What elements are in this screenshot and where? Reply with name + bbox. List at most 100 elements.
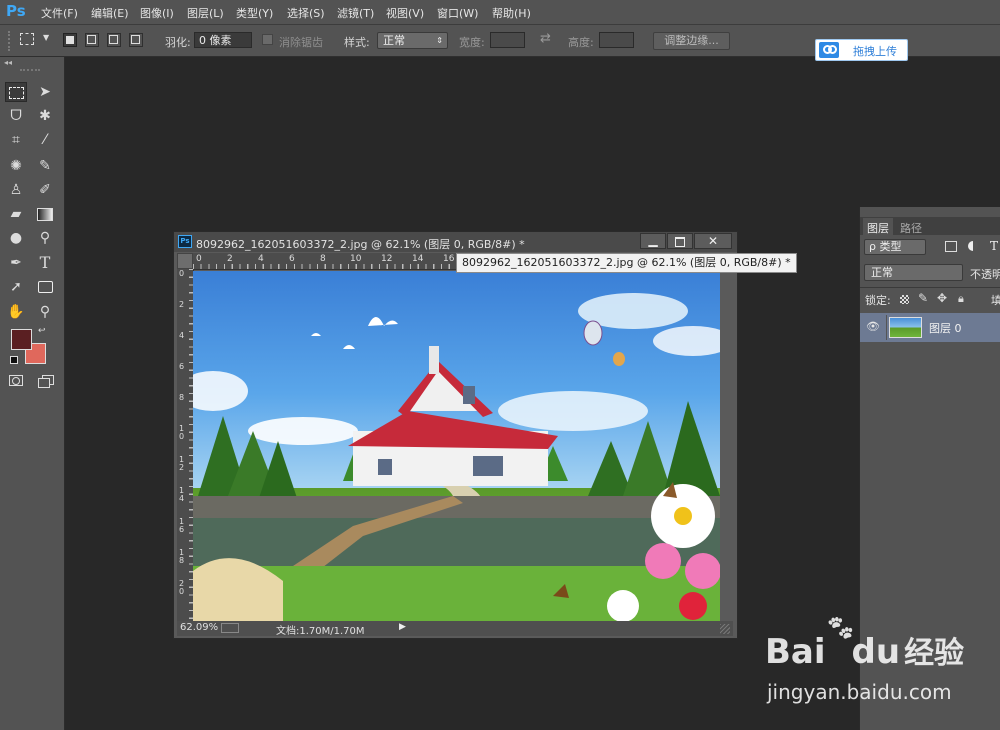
menu-filter[interactable]: 滤镜(T) (337, 5, 374, 21)
blend-mode-value: 正常 (871, 266, 893, 279)
pen-tool-icon[interactable]: ✒ (5, 253, 27, 273)
adjustment-filter-icon[interactable] (968, 241, 978, 251)
drag-upload-button[interactable]: 拖拽上传 (815, 39, 908, 61)
feather-label: 羽化: (165, 36, 191, 49)
type-tool-icon[interactable]: T (34, 253, 56, 273)
antialias-label: 消除锯齿 (279, 36, 323, 49)
menu-layer[interactable]: 图层(L) (187, 5, 224, 21)
ruler-h-label: 8 (320, 254, 326, 264)
collapse-arrows-icon[interactable]: ◂◂ (4, 58, 12, 67)
eye-icon[interactable]: 👁︎ (866, 320, 880, 333)
history-brush-tool-icon[interactable]: ✐ (34, 180, 56, 200)
layer-thumbnail (889, 317, 922, 338)
document-title-bar[interactable]: Ps 8092962_162051603372_2.jpg @ 62.1% (图… (174, 232, 737, 252)
jingyan-text: 经验 (904, 636, 965, 671)
menu-view[interactable]: 视图(V) (386, 5, 424, 21)
magic-wand-tool-icon[interactable]: ✱ (34, 106, 56, 126)
layer-name[interactable]: 图层 0 (929, 320, 962, 336)
eraser-tool-icon[interactable]: ▰ (5, 204, 27, 224)
baidu-logo-text: Bai (765, 632, 826, 672)
document-window[interactable]: Ps 8092962_162051603372_2.jpg @ 62.1% (图… (173, 231, 738, 639)
ruler-v-label: 1 4 (179, 486, 185, 503)
status-menu-arrow-icon[interactable]: ▶ (399, 622, 406, 632)
eyedropper-tool-icon[interactable]: ⁄ (34, 130, 56, 150)
upload-label: 拖拽上传 (853, 45, 897, 58)
blend-mode-select[interactable]: 正常 (864, 264, 963, 281)
vertical-ruler[interactable]: 0 2 4 6 8 1 0 1 2 1 4 1 6 1 8 2 0 (177, 269, 194, 621)
document-canvas-image[interactable] (193, 271, 720, 621)
hand-tool-icon[interactable]: ✋ (5, 302, 27, 322)
new-selection-icon[interactable] (63, 33, 77, 47)
rect-marquee-tool-icon[interactable] (5, 82, 27, 102)
tab-paths[interactable]: 路径 (900, 220, 922, 236)
layer-row[interactable]: 👁︎ 图层 0 (860, 313, 1000, 342)
gradient-tool-icon[interactable] (34, 204, 56, 224)
menu-window[interactable]: 窗口(W) (437, 5, 478, 21)
menu-select[interactable]: 选择(S) (287, 5, 325, 21)
crop-tool-icon[interactable]: ⌗ (5, 130, 27, 150)
close-button[interactable]: ✕ (694, 233, 732, 249)
ruler-v-label: 2 0 (179, 579, 185, 596)
foreground-color-swatch[interactable] (11, 329, 32, 350)
menu-type[interactable]: 类型(Y) (236, 5, 273, 21)
type-filter-icon[interactable]: T (990, 239, 998, 253)
lasso-tool-icon[interactable]: ᗜ (5, 106, 27, 126)
default-colors-icon[interactable] (10, 356, 18, 364)
height-input[interactable] (599, 32, 634, 48)
ruler-v-label: 8 (179, 393, 185, 402)
lock-label: 锁定: (865, 294, 891, 307)
menu-file[interactable]: 文件(F) (41, 5, 78, 21)
menu-help[interactable]: 帮助(H) (492, 5, 531, 21)
blur-tool-icon[interactable]: ● (5, 228, 27, 248)
updown-arrows-icon: ⇕ (436, 36, 443, 45)
feather-input[interactable]: 0 像素 (194, 32, 252, 48)
lock-pixels-icon[interactable]: ✎ (918, 291, 928, 305)
zoom-options-icon[interactable] (221, 623, 239, 633)
intersect-selection-icon[interactable] (129, 33, 143, 47)
toolbox: ◂◂ ➤ ᗜ ✱ ⌗ ⁄ ✺ ✎ ♙ ✐ ▰ ● ⚲ ✒ T ➚ ✋ ⚲ ↩ (0, 57, 65, 730)
lock-all-icon[interactable]: 🔒︎ (958, 292, 964, 306)
subtract-selection-icon[interactable] (107, 33, 121, 47)
layer-filter-select[interactable]: ρ 类型 (864, 239, 926, 255)
minimize-button[interactable]: ▁ (640, 233, 666, 249)
zoom-level[interactable]: 62.09% (180, 622, 218, 633)
ps-document-icon: Ps (178, 235, 192, 248)
document-size: 文档:1.70M/1.70M (276, 626, 365, 637)
rectangle-shape-tool-icon[interactable] (34, 277, 56, 297)
ruler-v-label: 0 (179, 269, 185, 278)
menu-image[interactable]: 图像(I) (140, 5, 174, 21)
swap-icon[interactable]: ⇄ (540, 31, 551, 46)
photoshop-logo: Ps (6, 2, 26, 20)
antialias-checkbox[interactable] (262, 34, 273, 45)
brush-tool-icon[interactable]: ✎ (34, 156, 56, 176)
add-selection-icon[interactable] (85, 33, 99, 47)
ruler-v-label: 1 6 (179, 517, 185, 534)
ruler-origin[interactable] (177, 253, 193, 269)
style-select-value: 正常 (383, 34, 405, 47)
lock-transparency-icon[interactable] (900, 295, 909, 304)
toolbox-grip (20, 69, 40, 73)
style-label: 样式: (344, 36, 370, 49)
chevron-down-icon[interactable]: ▼ (43, 33, 49, 42)
quick-mask-icon[interactable] (9, 375, 23, 386)
tab-layers[interactable]: 图层 (867, 220, 889, 236)
image-filter-icon[interactable] (945, 241, 957, 252)
screen-mode-icon[interactable] (38, 375, 54, 388)
width-input[interactable] (490, 32, 525, 48)
move-tool-icon[interactable]: ➤ (34, 82, 56, 102)
zoom-tool-icon[interactable]: ⚲ (34, 302, 56, 322)
resize-grip-icon[interactable] (720, 624, 730, 634)
opacity-label: 不透明 (970, 268, 1000, 281)
lock-position-icon[interactable]: ✥ (937, 291, 947, 305)
menu-edit[interactable]: 编辑(E) (91, 5, 129, 21)
path-select-tool-icon[interactable]: ➚ (5, 277, 27, 297)
refine-edge-button[interactable]: 调整边缘... (653, 32, 730, 50)
style-select[interactable]: 正常 ⇕ (377, 32, 448, 49)
swap-colors-icon[interactable]: ↩ (38, 326, 46, 336)
healing-brush-tool-icon[interactable]: ✺ (5, 156, 27, 176)
clone-stamp-tool-icon[interactable]: ♙ (5, 180, 27, 200)
rect-marquee-preset-icon[interactable] (20, 33, 34, 45)
dodge-tool-icon[interactable]: ⚲ (34, 228, 56, 248)
maximize-button[interactable] (667, 233, 693, 249)
document-tooltip: 8092962_162051603372_2.jpg @ 62.1% (图层 0… (456, 253, 797, 273)
